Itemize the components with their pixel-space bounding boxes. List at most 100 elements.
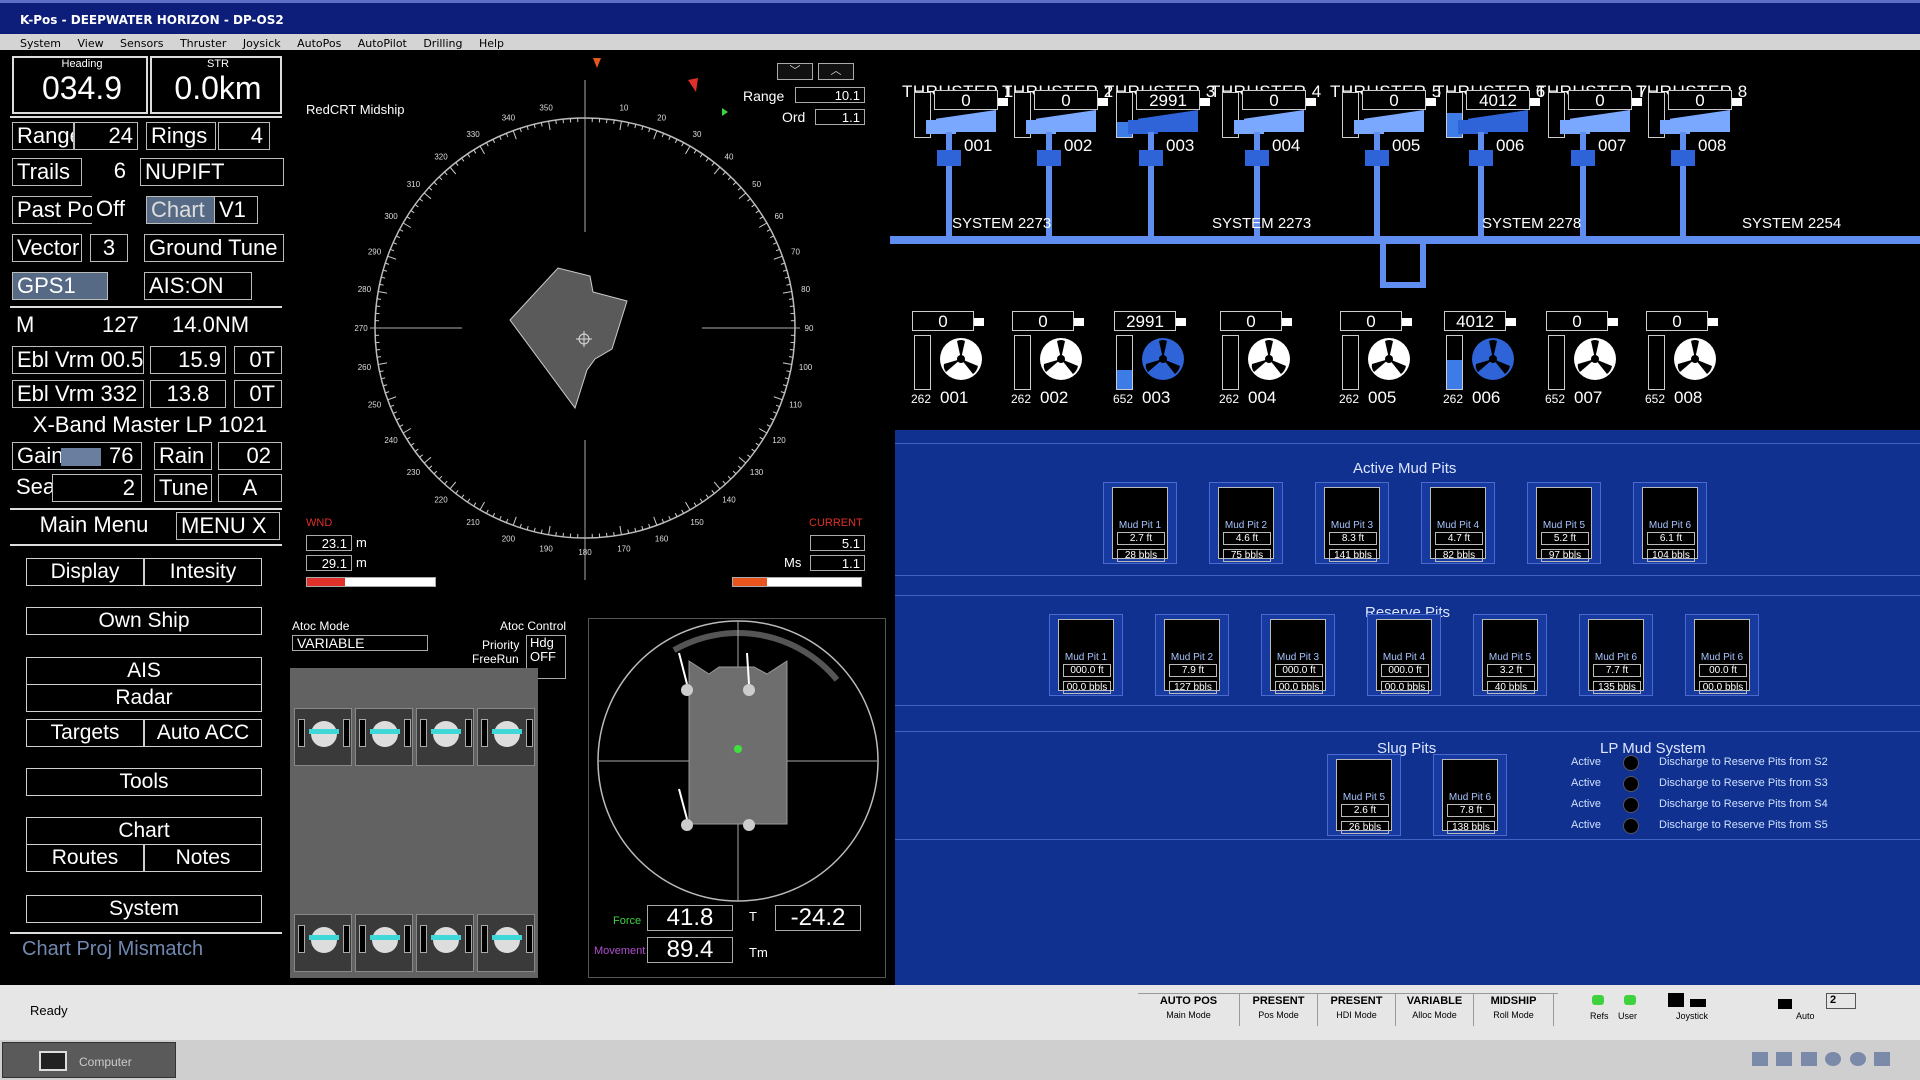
mud-pit[interactable]: Mud Pit 2 4.6 ft 75 bbls bbox=[1209, 482, 1283, 564]
mud-pit[interactable]: Mud Pit 6 00.0 ft 00.0 bbls bbox=[1685, 614, 1759, 696]
mini-thruster[interactable] bbox=[416, 708, 474, 766]
tune-value[interactable]: A bbox=[218, 474, 282, 502]
pit-name: Mud Pit 1 bbox=[1118, 520, 1162, 531]
pit-screen: Mud Pit 2 7.9 ft 127 bbls bbox=[1164, 619, 1220, 694]
rain-value[interactable]: 02 bbox=[218, 442, 282, 470]
sea-value[interactable]: 2 bbox=[52, 474, 142, 502]
own-ship-button[interactable]: Own Ship bbox=[26, 607, 262, 635]
bearing-tick-label: 100 bbox=[799, 363, 813, 372]
tray-icon[interactable] bbox=[1800, 1052, 1817, 1066]
pit-level: 7.8 ft bbox=[1447, 804, 1495, 817]
vector-value[interactable]: 3 bbox=[90, 234, 128, 262]
notes-button[interactable]: Notes bbox=[144, 844, 262, 872]
range-value: 10.1 bbox=[795, 87, 865, 103]
mud-pit[interactable]: Mud Pit 4 4.7 ft 82 bbls bbox=[1421, 482, 1495, 564]
system-button[interactable]: System bbox=[26, 895, 262, 923]
bearing-tick-label: 150 bbox=[690, 518, 704, 527]
mud-pit[interactable]: Mud Pit 6 7.8 ft 138 bbls bbox=[1433, 754, 1507, 836]
mud-pit[interactable]: Mud Pit 3 000.0 ft 00.0 bbls bbox=[1261, 614, 1335, 696]
mode-indicator[interactable]: PRESENT HDI Mode bbox=[1318, 994, 1396, 1026]
nupift-field[interactable]: NUPIFT bbox=[140, 158, 284, 186]
auto-acc-button[interactable]: Auto ACC bbox=[144, 719, 262, 747]
mode-indicator[interactable]: AUTO POS Main Mode bbox=[1138, 994, 1240, 1026]
mini-thruster[interactable] bbox=[477, 914, 535, 972]
gain-control[interactable]: Gain 76 bbox=[12, 442, 142, 470]
bearing-tick-label: 290 bbox=[368, 247, 382, 256]
pit-volume: 00.0 bbls bbox=[1381, 681, 1429, 694]
chart-button[interactable]: Chart bbox=[26, 817, 262, 845]
range-value[interactable]: 24 bbox=[74, 122, 138, 150]
auto-number[interactable]: 2 bbox=[1826, 993, 1856, 1009]
bearing-tick-label: 160 bbox=[655, 534, 669, 543]
mode-indicator[interactable]: PRESENT Pos Mode bbox=[1240, 994, 1318, 1026]
bearing-tick-label: 90 bbox=[805, 324, 814, 333]
thruster-rpm-top: 0 bbox=[934, 90, 998, 110]
mini-thruster[interactable] bbox=[294, 914, 352, 972]
mini-thruster[interactable] bbox=[355, 708, 413, 766]
ebl1-unit[interactable]: 0T bbox=[234, 346, 282, 374]
ground-tune-button[interactable]: Ground Tune bbox=[144, 234, 284, 262]
pastpos-label: Past Po bbox=[12, 196, 94, 224]
ebl1-value[interactable]: 15.9 bbox=[150, 346, 226, 374]
tray-icon[interactable] bbox=[1776, 1052, 1793, 1066]
radar-display[interactable]: 350 10 20 30 40 50 60 70 80 90 100 110 120 130 140 150 1… bbox=[290, 50, 890, 590]
mud-pit[interactable]: Mud Pit 6 7.7 ft 135 bbls bbox=[1579, 614, 1653, 696]
pastpos-value[interactable]: Off bbox=[92, 196, 130, 224]
menu-x-button[interactable]: MENU X bbox=[176, 512, 280, 540]
gain-bar bbox=[61, 448, 101, 466]
display-button[interactable]: Display bbox=[26, 558, 144, 586]
tray-icon[interactable] bbox=[1849, 1052, 1866, 1066]
wnd-unit-2: m bbox=[356, 555, 367, 570]
mud-pit[interactable]: Mud Pit 5 2.6 ft 26 bbls bbox=[1327, 754, 1401, 836]
tools-button[interactable]: Tools bbox=[26, 768, 262, 796]
center-marker-icon bbox=[734, 745, 742, 753]
mud-pit[interactable]: Mud Pit 1 000.0 ft 00.0 bbls bbox=[1049, 614, 1123, 696]
radar-button[interactable]: Radar bbox=[26, 684, 262, 712]
force-angle: -24.2 bbox=[775, 905, 861, 931]
intensity-button[interactable]: Intesity bbox=[144, 558, 262, 586]
routes-button[interactable]: Routes bbox=[26, 844, 144, 872]
mini-thruster[interactable] bbox=[416, 914, 474, 972]
thruster-rpm-top: 0 bbox=[1668, 90, 1732, 110]
tray-icon[interactable] bbox=[1874, 1052, 1891, 1066]
tray-icon[interactable] bbox=[1825, 1052, 1842, 1066]
mud-pit[interactable]: Mud Pit 2 7.9 ft 127 bbls bbox=[1155, 614, 1229, 696]
xband-label: X-Band Master LP 1021 bbox=[12, 412, 284, 440]
tray-icon[interactable] bbox=[1752, 1052, 1768, 1066]
mode-indicator[interactable]: MIDSHIP Roll Mode bbox=[1474, 994, 1554, 1026]
mini-thruster[interactable] bbox=[355, 914, 413, 972]
menu-bar: System View Sensors Thruster Joysick Aut… bbox=[0, 34, 1920, 50]
ais-status[interactable]: AIS:ON bbox=[144, 272, 252, 300]
chart-toggle[interactable]: Chart bbox=[146, 196, 216, 224]
mode-label: HDI Mode bbox=[1336, 1010, 1377, 1020]
scale-down-button[interactable]: ﹀ bbox=[777, 63, 813, 80]
mode-value: PRESENT bbox=[1252, 995, 1305, 1007]
mud-pit[interactable]: Mud Pit 4 000.0 ft 00.0 bbls bbox=[1367, 614, 1441, 696]
mini-thruster[interactable] bbox=[477, 708, 535, 766]
thruster-rpm-bottom: 0 bbox=[912, 311, 974, 331]
scale-up-button[interactable]: ︿ bbox=[818, 63, 854, 80]
mode-indicator[interactable]: VARIABLE Alloc Mode bbox=[1396, 994, 1474, 1026]
mud-pit[interactable]: Mud Pit 5 5.2 ft 97 bbls bbox=[1527, 482, 1601, 564]
pit-level: 5.2 ft bbox=[1541, 532, 1589, 545]
atoc-mode-value[interactable]: VARIABLE bbox=[292, 635, 428, 651]
computer-button[interactable]: Computer bbox=[2, 1042, 176, 1078]
ebl2-value[interactable]: 13.8 bbox=[150, 380, 226, 408]
rings-value[interactable]: 4 bbox=[218, 122, 270, 150]
ais-button[interactable]: AIS bbox=[26, 657, 262, 685]
lp-description: Discharge to Reserve Pits from S3 bbox=[1659, 777, 1828, 789]
main-menu-label: Main Menu bbox=[12, 512, 172, 540]
mud-pit[interactable]: Mud Pit 3 8.3 ft 141 bbls bbox=[1315, 482, 1389, 564]
mud-pit[interactable]: Mud Pit 6 6.1 ft 104 bbls bbox=[1633, 482, 1707, 564]
ebl2-unit[interactable]: 0T bbox=[234, 380, 282, 408]
mud-pit[interactable]: Mud Pit 1 2.7 ft 28 bbls bbox=[1103, 482, 1177, 564]
trails-value[interactable]: 6 bbox=[82, 158, 132, 186]
targets-button[interactable]: Targets bbox=[26, 719, 144, 747]
gps-selector[interactable]: GPS1 bbox=[12, 272, 108, 300]
mud-pit[interactable]: Mud Pit 5 3.2 ft 40 bbls bbox=[1473, 614, 1547, 696]
system-label: SYSTEM 2254 bbox=[1742, 215, 1842, 232]
mud-system-panel: Active Mud Pits Mud Pit 1 2.7 ft 28 bbls Mu… bbox=[895, 430, 1920, 988]
mini-thruster[interactable] bbox=[294, 708, 352, 766]
chart-version[interactable]: V1 bbox=[214, 196, 258, 224]
thruster-load-bar bbox=[1222, 335, 1239, 390]
